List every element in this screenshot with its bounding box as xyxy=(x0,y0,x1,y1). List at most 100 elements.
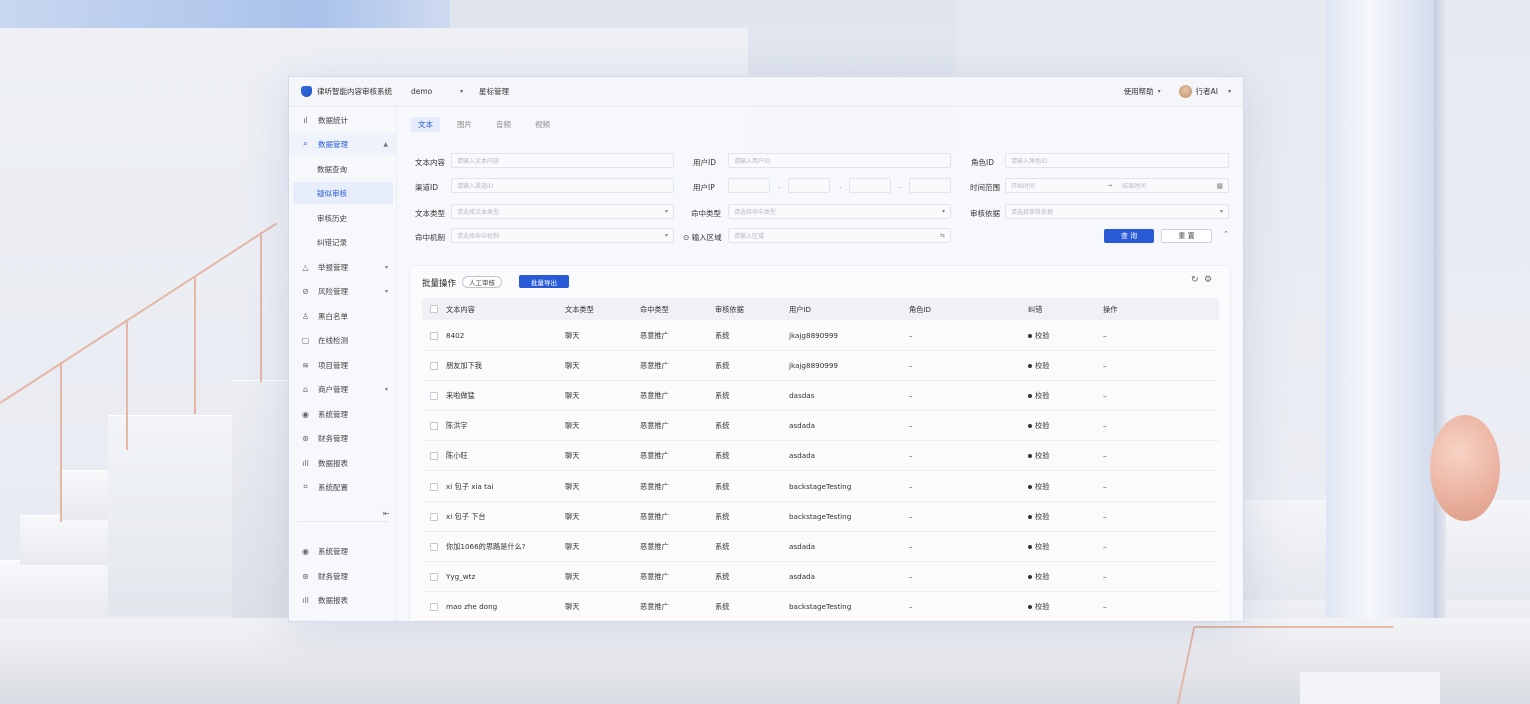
time-range-picker[interactable]: 开始时间 → 结束时间 ▦ xyxy=(1005,178,1229,193)
ip-octet-4-input[interactable] xyxy=(909,178,951,193)
table-row[interactable]: 来啦做猛 聊天 恶意推广 系统 dasdas – 校验 – xyxy=(422,381,1219,412)
table-row[interactable]: xi 包子 xia tai 聊天 恶意推广 系统 backstageTesting – 校验… xyxy=(422,472,1219,502)
row-checkbox[interactable] xyxy=(430,602,438,611)
correction-action[interactable]: 校验 xyxy=(1035,331,1049,340)
table-cell: dasdas xyxy=(789,391,815,401)
hit-mechanism-label: 命中机制 xyxy=(415,233,445,242)
sidebar-item-project-management[interactable]: ≋ 项目管理 xyxy=(289,354,397,376)
correction-action[interactable]: 校验 xyxy=(1035,451,1049,460)
table-cell: 聊天 xyxy=(565,601,580,611)
row-checkbox[interactable] xyxy=(430,452,438,461)
channel-id-input[interactable]: 请输入渠道ID xyxy=(451,178,674,193)
menu-star-management[interactable]: 星标管理 xyxy=(479,86,509,97)
table-cell: – xyxy=(1103,331,1107,340)
sidebar-item-merchant-management[interactable]: ⌂ 商户管理 ▾ xyxy=(289,378,397,400)
row-checkbox[interactable] xyxy=(430,362,438,371)
table-row[interactable]: 你加1066的思路是什么? 聊天 恶意推广 系统 asdada – 校验 – xyxy=(422,532,1219,562)
sidebar-item-data-report-2[interactable]: ıll 数据报表 xyxy=(289,589,397,611)
tab-text[interactable]: 文本 xyxy=(411,117,440,132)
correction-action[interactable]: 校验 xyxy=(1035,391,1049,400)
row-checkbox[interactable] xyxy=(430,482,438,491)
caret-down-icon: ▾ xyxy=(664,208,668,215)
placeholder: 请输入区域 xyxy=(734,233,765,240)
sidebar-item-data-report[interactable]: ıll 数据报表 xyxy=(289,452,397,474)
collapse-filter-icon[interactable]: ⌃ xyxy=(1223,230,1229,238)
table-row[interactable]: mao zhe dong 聊天 恶意推广 系统 backstageTesting – 校验 – xyxy=(422,592,1219,621)
sidebar-item-system-management-2[interactable]: ◉ 系统管理 xyxy=(289,540,397,562)
help-menu[interactable]: 使用帮助 ▾ xyxy=(1124,86,1161,97)
status-dot-icon xyxy=(1028,454,1032,459)
project-select[interactable]: demo ▾ xyxy=(411,87,463,96)
role-id-input[interactable]: 请输入角色ID xyxy=(1005,153,1229,168)
cell-correction: 校验 xyxy=(1028,421,1049,431)
search-button[interactable]: 查 询 xyxy=(1104,229,1154,243)
correction-action[interactable]: 校验 xyxy=(1035,542,1049,551)
table-cell: 系统 xyxy=(715,391,730,401)
row-checkbox[interactable] xyxy=(430,572,438,581)
text-content-input[interactable]: 请输入文本内容 xyxy=(451,153,674,168)
settings-icon[interactable]: ⚙ xyxy=(1204,275,1212,285)
manual-review-button[interactable]: 人工审核 xyxy=(462,276,502,288)
sidebar-item-data-statistics[interactable]: ıl 数据统计 xyxy=(289,109,397,131)
table-cell: – xyxy=(909,601,913,611)
table-row[interactable]: 陈小旺 聊天 恶意推广 系统 asdada – 校验 – xyxy=(422,441,1219,472)
sidebar-item-online-detection[interactable]: ▢ 在线检测 xyxy=(289,329,397,351)
user-menu[interactable]: 行者AI ▾ xyxy=(1178,85,1231,98)
background-box xyxy=(1300,672,1440,704)
tab-image[interactable]: 图片 xyxy=(450,117,479,132)
text-type-select[interactable]: 请选择文本类型 ▾ xyxy=(451,204,674,219)
avatar xyxy=(1178,85,1192,98)
tab-video[interactable]: 视频 xyxy=(528,117,557,132)
ip-dot: . xyxy=(778,181,781,190)
row-checkbox[interactable] xyxy=(430,512,438,521)
sidebar-subitem-data-query[interactable]: 数据查询 xyxy=(289,158,397,180)
sidebar-item-report-management[interactable]: △ 举报管理 ▾ xyxy=(289,256,397,278)
hit-mechanism-select[interactable]: 请选择命中机制 ▾ xyxy=(451,228,674,243)
correction-action[interactable]: 校验 xyxy=(1035,421,1049,430)
reset-button[interactable]: 重 置 xyxy=(1161,229,1212,243)
table-row[interactable]: 朋友加下我 聊天 恶意推广 系统 jkajg8890999 – 校验 – xyxy=(422,351,1219,382)
tab-audio[interactable]: 音频 xyxy=(489,117,518,132)
hit-type-select[interactable]: 请选择命中类型 ▾ xyxy=(728,204,951,219)
user-id-input[interactable]: 请输入用户ID xyxy=(728,153,951,168)
table-cell: 系统 xyxy=(715,331,730,340)
sidebar-item-blackwhite-list[interactable]: ♙ 黑白名单 xyxy=(289,305,397,327)
table-cell: – xyxy=(1103,571,1107,581)
refresh-icon[interactable]: ↻ xyxy=(1191,275,1199,285)
ip-octet-1-input[interactable] xyxy=(728,178,770,193)
table-row[interactable]: xi 包子 下台 聊天 恶意推广 系统 backstageTesting – 校验 – xyxy=(422,502,1219,532)
sidebar-item-label: 财务管理 xyxy=(318,433,348,443)
row-checkbox[interactable] xyxy=(430,542,438,551)
finance-icon: ⊛ xyxy=(302,571,309,581)
row-checkbox[interactable] xyxy=(430,392,438,401)
table-row[interactable]: 陈洪宇 聊天 恶意推广 系统 asdada – 校验 – xyxy=(422,411,1219,442)
sidebar-item-finance-management-2[interactable]: ⊛ 财务管理 xyxy=(289,565,397,587)
correction-action[interactable]: 校验 xyxy=(1035,602,1049,611)
table-row[interactable]: Yyg_wtz 聊天 恶意推广 系统 asdada – 校验 – xyxy=(422,562,1219,592)
ip-octet-2-input[interactable] xyxy=(788,178,830,193)
batch-export-button[interactable]: 批量导出 xyxy=(519,275,569,288)
sidebar-subitem-review-history[interactable]: 审核历史 xyxy=(289,207,397,229)
correction-action[interactable]: 校验 xyxy=(1035,482,1049,491)
row-checkbox[interactable] xyxy=(430,332,438,340)
correction-action[interactable]: 校验 xyxy=(1035,361,1049,370)
input-area-field[interactable]: 请输入区域 ⇆ xyxy=(728,228,951,243)
correction-action[interactable]: 校验 xyxy=(1035,512,1049,521)
select-all-checkbox[interactable] xyxy=(430,305,438,313)
caret-down-icon: ▾ xyxy=(1227,88,1231,95)
table-cell: – xyxy=(1103,481,1107,491)
row-checkbox[interactable] xyxy=(430,422,438,431)
review-basis-select[interactable]: 请选择审核依据 ▾ xyxy=(1005,204,1229,219)
sidebar-item-risk-management[interactable]: ⊘ 风险管理 ▾ xyxy=(289,280,397,302)
sidebar-subitem-suspected-review[interactable]: 疑似审核 xyxy=(293,182,393,204)
collapse-sidebar-icon[interactable]: ⇤ xyxy=(383,509,390,518)
sidebar-item-system-management[interactable]: ◉ 系统管理 xyxy=(289,403,397,425)
sidebar-item-system-config[interactable]: ⌗ 系统配置 xyxy=(289,476,397,498)
table-row[interactable]: 8402 聊天 恶意推广 系统 jkajg8890999 – 校验 – xyxy=(422,321,1219,351)
sidebar-subitem-correction-log[interactable]: 纠错记录 xyxy=(289,231,397,253)
sidebar-item-data-management[interactable]: ⌕ 数据管理 ▲ xyxy=(289,133,397,155)
sidebar-item-finance-management[interactable]: ⊛ 财务管理 xyxy=(289,427,397,449)
correction-action[interactable]: 校验 xyxy=(1035,572,1049,581)
app-logo[interactable]: 律听智能内容审核系统 xyxy=(289,86,397,97)
ip-octet-3-input[interactable] xyxy=(849,178,891,193)
